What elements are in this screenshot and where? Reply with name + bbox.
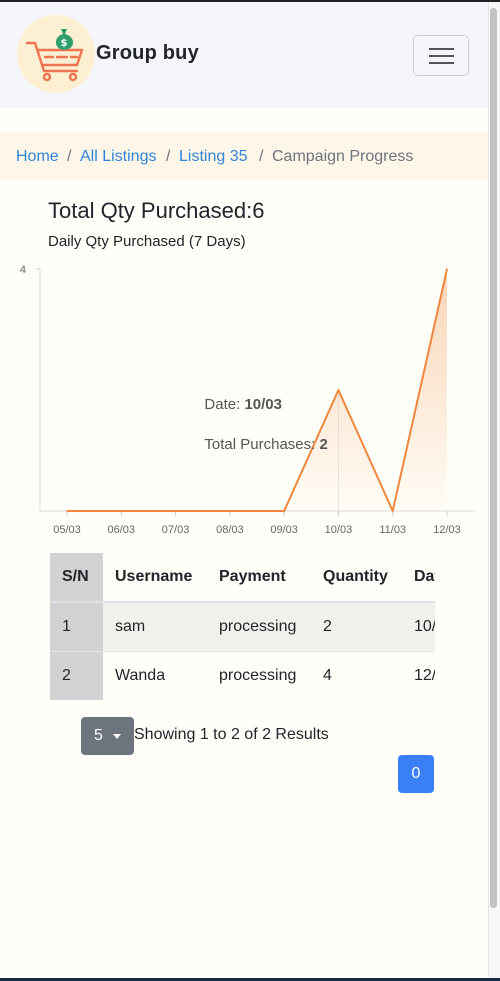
breadcrumb-all-listings-link[interactable]: All Listings [80,148,156,165]
shopping-cart-money-bag-icon[interactable]: $ [17,15,95,93]
x-tick-label: 10/03 [325,524,353,536]
hamburger-menu-button[interactable] [413,35,469,76]
navbar: $ Group buy [0,2,488,108]
data-point [283,510,285,512]
breadcrumb: Home / All Listings / Listing 35 / Campa… [0,132,488,180]
pagination-page-button[interactable]: 0 [398,755,434,793]
data-point [337,389,340,391]
data-point [174,510,177,512]
x-tick-label: 08/03 [216,524,244,536]
x-tick-label: 12/03 [433,524,461,536]
y-tick-label: 4 [20,264,26,276]
data-point [66,510,68,512]
scrollbar-thumb[interactable] [490,8,497,908]
cell-payment: processing [207,601,311,651]
tooltip-total-purchases: Total Purchases: 2 [204,436,327,453]
brand-title[interactable]: Group buy [96,42,199,65]
x-tick-label: 11/03 [379,524,406,536]
hamburger-menu-icon [429,48,454,50]
table-header-row: S/N Username Payment Quantity Date [50,553,435,603]
cell-username: Wanda [103,650,207,700]
cell-date: 12/03 [402,650,435,700]
breadcrumb-current: Campaign Progress [272,148,414,165]
table-row: 1 sam processing 2 10/03 [50,601,435,651]
series-area [67,269,447,511]
caret-down-icon [113,734,121,739]
column-header-date[interactable]: Date [402,553,435,603]
series-line [67,268,448,512]
cell-quantity: 4 [311,650,402,700]
breadcrumb-separator: / [166,148,171,165]
column-header-sn[interactable]: S/N [50,553,103,603]
daily-qty-chart[interactable]: 4 05/03 06/03 07/03 08/03 09/03 10/03 11/03 12/0… [0,255,488,545]
svg-text:$: $ [61,38,68,49]
total-qty-purchased: Total Qty Purchased:6 [48,198,265,223]
results-summary: Showing 1 to 2 of 2 Results [134,726,329,743]
data-point [391,510,394,512]
column-header-payment[interactable]: Payment [207,553,311,603]
cell-quantity: 2 [311,601,402,651]
x-tick-label: 07/03 [162,524,190,536]
purchases-table: S/N Username Payment Quantity Date 1 sam… [50,553,435,701]
table-row: 2 Wanda processing 4 12/03 [50,650,435,700]
breadcrumb-home-link[interactable]: Home [16,148,59,165]
cell-sn: 1 [50,601,103,651]
x-tick-label: 09/03 [270,524,298,536]
cell-username: sam [103,601,207,651]
breadcrumb-separator: / [259,148,264,165]
page-size-dropdown[interactable]: 5 [81,717,134,755]
x-tick-label: 06/03 [108,524,136,536]
breadcrumb-separator: / [67,148,72,165]
page-size-value: 5 [94,727,103,744]
cell-payment: processing [207,650,311,700]
column-header-quantity[interactable]: Quantity [311,553,402,603]
data-point [120,510,123,512]
column-header-username[interactable]: Username [103,553,207,603]
chart-title: Daily Qty Purchased (7 Days) [48,233,246,250]
x-tick-label: 05/03 [53,524,81,536]
cell-sn: 2 [50,650,103,700]
cell-date: 10/03 [402,601,435,651]
breadcrumb-listing-link[interactable]: Listing 35 [179,148,248,165]
data-point [229,510,231,512]
tooltip-date: Date: 10/03 [204,396,282,413]
page-scrollbar[interactable] [488,2,500,978]
data-point [446,268,448,270]
